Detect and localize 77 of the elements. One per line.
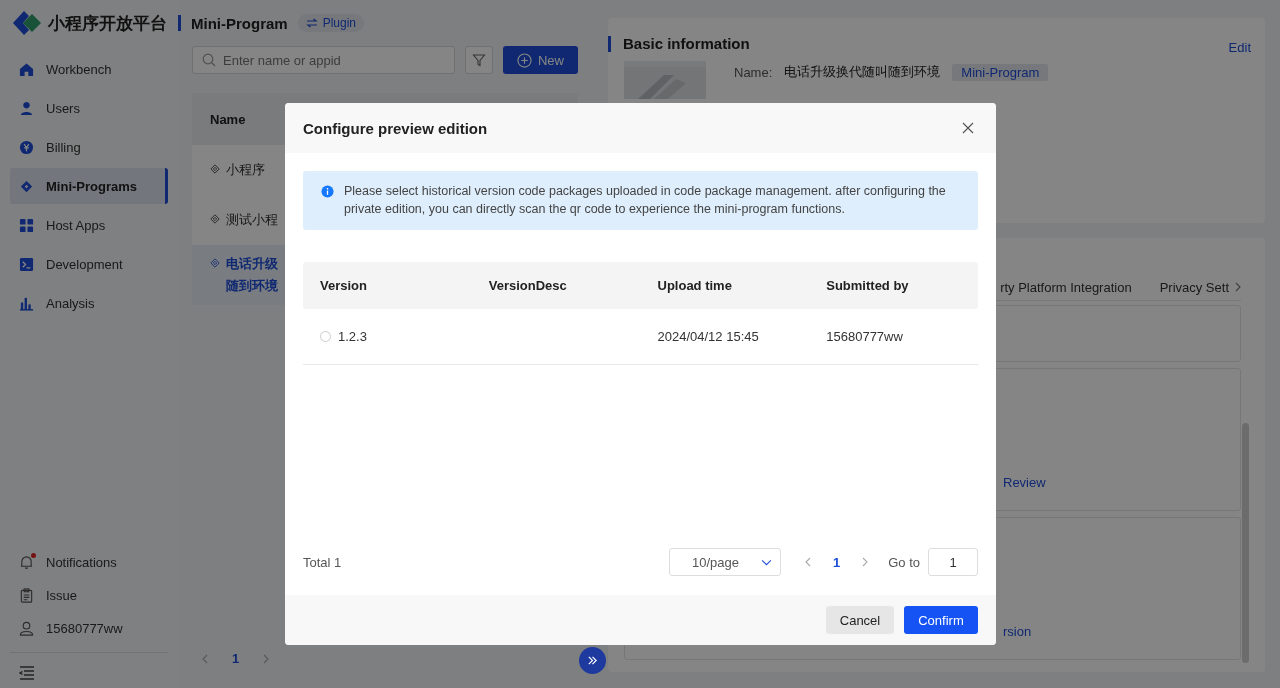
- brand-name: 小程序开放平台: [48, 12, 167, 35]
- filter-icon: [472, 53, 486, 67]
- sidebar-item[interactable]: Notifications: [10, 546, 168, 579]
- total-count: Total 1: [303, 554, 342, 570]
- scrollbar[interactable]: [1242, 423, 1249, 663]
- page-number[interactable]: 1: [232, 651, 240, 666]
- page-title: Mini-Program: [191, 14, 288, 32]
- diamond-icon: [210, 258, 220, 268]
- tab[interactable]: Privacy Sett: [1159, 279, 1229, 295]
- diamond-icon: [19, 178, 34, 194]
- bell-icon: [19, 555, 34, 570]
- prev-page-icon[interactable]: [804, 557, 811, 567]
- column-header: Name: [210, 111, 246, 127]
- home-icon: [19, 61, 34, 77]
- next-page-icon[interactable]: [862, 557, 869, 567]
- sidebar-item[interactable]: Analysis: [10, 285, 168, 321]
- sidebar-item[interactable]: Users: [10, 90, 168, 126]
- collapse-menu-icon[interactable]: [19, 666, 35, 680]
- sidebar-item[interactable]: Development: [10, 246, 168, 282]
- column-header: Upload time: [656, 278, 733, 293]
- logo-icon: [12, 10, 42, 36]
- plugin-tag[interactable]: Plugin: [297, 14, 365, 32]
- field-value: 电话升级换代随叫随到环境: [784, 63, 941, 81]
- column-header: VersionDesc: [487, 278, 568, 293]
- caret-icon: [760, 558, 772, 566]
- search-field[interactable]: Enter name or appid: [192, 46, 455, 74]
- plus-circle-icon: [517, 52, 532, 68]
- table-cell: 1.2.3: [338, 329, 367, 344]
- program-name: 测试小程: [226, 211, 278, 229]
- dialog-title: Configure preview edition: [303, 119, 488, 137]
- info-icon: [321, 185, 334, 198]
- user-icon: [19, 100, 34, 116]
- next-page-icon[interactable]: [263, 653, 270, 664]
- filter-button[interactable]: [465, 46, 493, 74]
- version-link[interactable]: rsion: [1003, 624, 1032, 639]
- goto-field[interactable]: 1: [928, 548, 978, 576]
- swap-icon: [305, 18, 318, 28]
- sidebar-item[interactable]: Host Apps: [10, 207, 168, 243]
- program-name: 小程序: [226, 161, 265, 179]
- clipboard-icon: [19, 588, 34, 603]
- type-tag: Mini-Program: [952, 63, 1049, 81]
- expand-button[interactable]: [579, 647, 606, 674]
- table-cell: 15680777ww: [826, 329, 903, 344]
- sidebar-item[interactable]: Issue: [10, 579, 168, 612]
- chevron-right-icon[interactable]: [1235, 282, 1241, 292]
- column-header: Submitted by: [825, 278, 910, 293]
- sidebar-item[interactable]: Mini-Programs: [10, 168, 168, 204]
- cancel-button[interactable]: Cancel: [826, 606, 894, 634]
- terminal-icon: [19, 256, 34, 272]
- close-icon[interactable]: [962, 122, 974, 134]
- goto-label: Go to: [888, 554, 920, 570]
- search-icon: [202, 53, 216, 67]
- diamond-icon: [210, 164, 220, 174]
- section-title: Basic information: [623, 35, 750, 52]
- field-label: Name:: [734, 64, 773, 80]
- coin-icon: [19, 139, 34, 155]
- page-size-select[interactable]: 10/page: [668, 548, 781, 576]
- sidebar-item[interactable]: Billing: [10, 129, 168, 165]
- notice-text: Please select historical version code packages uploaded in code package management. after configuring the private edition, you can directly scan the qr code to experience the mini-program functions.: [344, 183, 947, 218]
- edit-link[interactable]: Edit: [1228, 40, 1251, 55]
- table-cell: 2024/04/12 15:45: [657, 329, 759, 344]
- person-icon: [19, 621, 34, 636]
- review-link[interactable]: Review: [1003, 475, 1046, 490]
- sidebar-item[interactable]: 15680777ww: [10, 612, 168, 645]
- tab[interactable]: rty Platform Integration: [1000, 279, 1132, 295]
- new-button[interactable]: New: [503, 46, 578, 74]
- sidebar-item[interactable]: Workbench: [10, 51, 168, 87]
- page-number[interactable]: 1: [832, 554, 841, 570]
- confirm-button[interactable]: Confirm: [904, 606, 978, 634]
- program-name: 电话升级: [226, 255, 278, 273]
- grid-icon: [19, 217, 34, 233]
- column-header: Version: [319, 278, 368, 293]
- prev-page-icon[interactable]: [202, 653, 208, 664]
- chart-icon: [19, 295, 34, 311]
- diamond-icon: [210, 214, 220, 224]
- double-chevron-icon: [587, 655, 598, 666]
- program-name: 随到环境: [226, 277, 278, 295]
